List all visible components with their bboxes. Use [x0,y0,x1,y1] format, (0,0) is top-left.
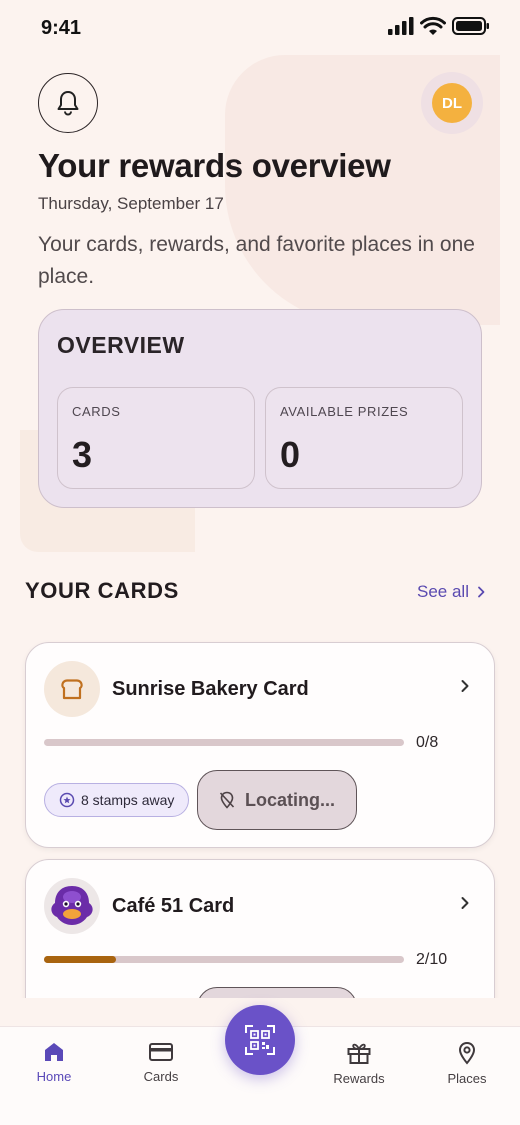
progress-count: 2/10 [416,951,448,968]
stat-value: 0 [280,434,301,475]
card-name: Sunrise Bakery Card [112,678,309,700]
progress-count: 0/8 [416,734,439,751]
card-icon [149,1043,173,1061]
status-bar: 9:41 [0,0,520,56]
chevron-right-icon [478,586,485,598]
nav-cards[interactable]: Cards [121,1041,201,1084]
profile-button[interactable]: DL [421,72,483,134]
location-off-icon [219,791,235,809]
nav-label: Rewards [333,1071,385,1086]
page-subtitle: Your cards, rewards, and favorite places… [38,233,475,288]
progress-bar [44,739,404,746]
scan-qr-button[interactable] [225,1005,295,1075]
status-time: 9:41 [41,17,82,39]
notifications-button[interactable] [38,73,98,133]
location-pin-icon [458,1041,476,1065]
date-label: Thursday, September 17 [38,194,224,213]
progress-bar [44,956,404,963]
gift-icon [347,1043,371,1064]
overview-title: OVERVIEW [57,332,185,358]
loyalty-card[interactable]: Sunrise Bakery Card 0/8 8 stamps away Lo… [25,642,495,848]
section-title: YOUR CARDS [25,578,179,603]
see-all-link[interactable]: See all [417,582,485,602]
battery-icon [452,17,489,35]
stamps-badge: 8 stamps away [44,783,190,817]
avatar: DL [432,83,472,123]
nav-places[interactable]: Places [427,1041,507,1086]
wifi-icon [420,16,446,35]
bread-icon [44,661,100,717]
stat-label: CARDS [72,404,121,419]
nav-label: Cards [143,1069,179,1084]
page-title: Your rewards overview [38,147,391,184]
chevron-right-icon[interactable] [460,679,470,693]
qr-code-icon [245,1025,275,1055]
nav-home[interactable]: Home [14,1041,94,1084]
stat-label: AVAILABLE PRIZES [280,404,409,419]
bell-icon [57,91,79,116]
overview-card: OVERVIEW CARDS 3 AVAILABLE PRIZES 0 [38,309,482,508]
stat-value: 3 [72,434,93,475]
nav-label: Places [447,1071,487,1086]
card-name: Café 51 Card [112,895,235,917]
nav-label: Home [36,1069,72,1084]
cards-stat[interactable]: CARDS 3 [57,387,255,489]
progress-fill [44,956,116,963]
signal-icon [388,17,414,35]
nav-rewards[interactable]: Rewards [319,1041,399,1086]
locating-label: Locating... [245,789,335,810]
locating-button[interactable]: Locating... [197,770,357,830]
stamp-icon [59,792,75,808]
stamps-badge-label: 8 stamps away [81,792,175,808]
cafe-mascot-icon [44,878,100,934]
chevron-right-icon[interactable] [460,896,470,910]
see-all-label: See all [417,582,469,601]
prizes-stat[interactable]: AVAILABLE PRIZES 0 [265,387,463,489]
home-icon [45,1043,63,1061]
